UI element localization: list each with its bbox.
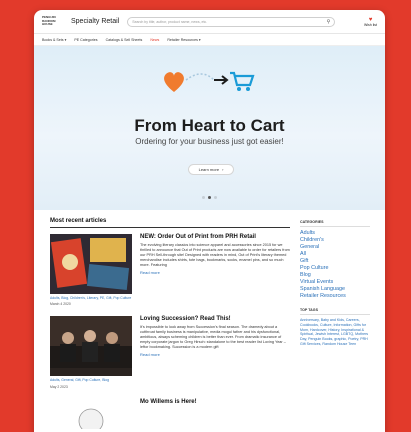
search-input[interactable]: Search by title, author, product name, n… — [127, 16, 336, 27]
category-retailer-resources[interactable]: Retailer Resources — [300, 293, 370, 300]
article-title[interactable]: NEW: Order Out of Print from PRH Retail — [140, 234, 290, 240]
articles-column: Most recent articles Adults, Blog, Child… — [50, 218, 290, 432]
article-image[interactable] — [50, 234, 132, 294]
heart-icon — [164, 72, 184, 92]
category-spanish-language[interactable]: Spanish Language — [300, 286, 370, 293]
read-more-link[interactable]: Read more — [140, 270, 290, 275]
article-item: Adults, General, Gift, Pop Culture, Blog… — [50, 316, 290, 389]
article-tags[interactable]: Adults, General, Gift, Pop Culture, Blog — [50, 378, 132, 382]
categories-heading: CATEGORIES — [300, 220, 370, 227]
hero-subtitle: Ordering for your business just got easi… — [135, 137, 284, 146]
wishlist-button[interactable]: ♥ Wish list — [364, 17, 377, 27]
article-title[interactable]: Loving Succession? Read This! — [140, 316, 290, 322]
article-tags[interactable]: Adults, Blog, Children's, Literary, PE, … — [50, 296, 132, 300]
article-thumbnail[interactable]: Adults, General, Gift, Pop Culture, Blog… — [50, 316, 132, 389]
category-all[interactable]: All — [300, 251, 370, 258]
logo-line-3: HOUSE — [42, 22, 53, 27]
publisher-logo[interactable]: PENGUIN RANDOM HOUSE — [42, 15, 66, 29]
read-more-link[interactable]: Read more — [140, 352, 290, 357]
learn-more-button[interactable]: Learn more › — [188, 164, 234, 175]
article-item: Adults, Blog, Children's, Literary, PE, … — [50, 234, 290, 306]
hero-title: From Heart to Cart — [134, 116, 285, 135]
browser-page: PENGUIN RANDOM HOUSE Specialty Retail Se… — [34, 10, 385, 432]
site-brand[interactable]: Specialty Retail — [71, 18, 119, 25]
category-adults[interactable]: Adults — [300, 230, 370, 237]
nav-retailer-resources[interactable]: Retailer Resources ▾ — [167, 38, 200, 42]
article-excerpt: The evolving literary classics into scie… — [140, 243, 290, 267]
top-tags-heading: TOP TAGS — [300, 308, 370, 315]
nav-catalogs[interactable]: Catalogs & Sell Sheets — [106, 38, 143, 42]
site-header: PENGUIN RANDOM HOUSE Specialty Retail Se… — [34, 10, 385, 34]
article-title[interactable]: Mo Willems is Here! — [140, 399, 197, 429]
article-body: NEW: Order Out of Print from PRH Retail … — [140, 234, 290, 306]
carousel-dot-2[interactable] — [208, 196, 211, 199]
hero-banner: From Heart to Cart Ordering for your bus… — [34, 46, 385, 210]
main-nav: Books & Sets ▾ PE Categories Catalogs & … — [34, 34, 385, 46]
category-gift[interactable]: Gift — [300, 258, 370, 265]
learn-more-label: Learn more — [198, 167, 220, 172]
article-date: May 2 2023 — [50, 384, 68, 389]
article-thumbnail[interactable]: Adults, Blog, Children's, Literary, PE, … — [50, 234, 132, 306]
cart-icon — [230, 71, 255, 91]
article-item: Mo Willems is Here! — [50, 398, 290, 432]
category-general[interactable]: General — [300, 244, 370, 251]
search-icon[interactable]: ⚲ — [327, 19, 331, 25]
article-image[interactable] — [50, 316, 132, 377]
search-placeholder: Search by title, author, product name, n… — [132, 19, 208, 24]
arrow-icon — [214, 75, 229, 85]
sidebar: CATEGORIES Adults Children's General All… — [300, 218, 370, 429]
carousel-dots — [34, 196, 385, 199]
category-virtual-events[interactable]: Virtual Events — [300, 279, 370, 286]
nav-pe-categories[interactable]: PE Categories — [74, 38, 97, 42]
nav-news[interactable]: News — [150, 38, 159, 42]
motion-trail — [185, 73, 215, 81]
article-date: March 4 2020 — [50, 302, 71, 307]
carousel-dot-3[interactable] — [214, 196, 217, 199]
category-blog[interactable]: Blog — [300, 272, 370, 279]
content-area: Most recent articles Adults, Blog, Child… — [34, 210, 385, 432]
top-tags-list[interactable]: Anniversary, Baby and Kids, Careers, Coo… — [300, 318, 370, 347]
chevron-right-icon: › — [222, 167, 224, 172]
nav-books-sets[interactable]: Books & Sets ▾ — [42, 38, 66, 42]
article-body: Loving Succession? Read This! It's impos… — [140, 316, 290, 388]
article-excerpt: It's impossible to look away from Succes… — [140, 325, 286, 350]
category-pop-culture[interactable]: Pop Culture — [300, 265, 370, 272]
heart-to-cart-graphic — [164, 71, 255, 92]
section-title: Most recent articles — [50, 218, 290, 228]
carousel-dot-1[interactable] — [202, 196, 205, 199]
article-thumbnail[interactable] — [50, 398, 132, 432]
category-childrens[interactable]: Children's — [300, 237, 370, 244]
wishlist-label: Wish list — [363, 22, 377, 27]
